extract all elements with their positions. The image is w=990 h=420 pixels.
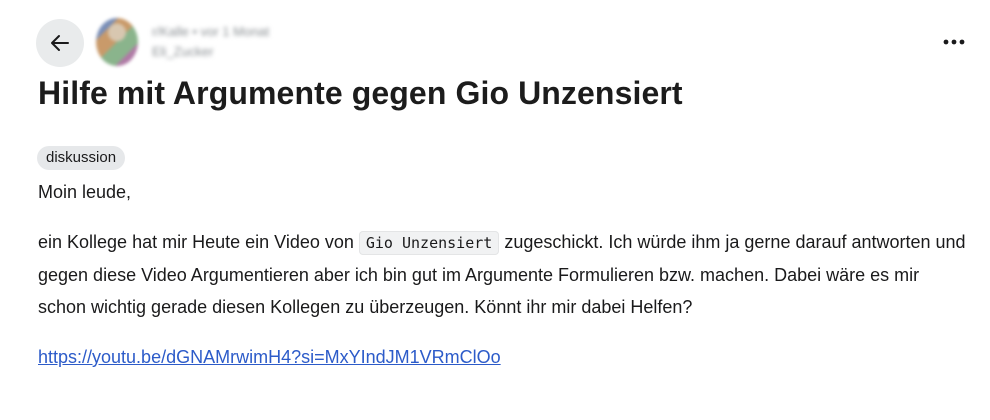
inline-code: Gio Unzensiert xyxy=(358,231,500,255)
more-horizontal-icon xyxy=(943,39,965,45)
youtube-link[interactable]: https://youtu.be/dGNAMrwimH4?si=MxYIndJM… xyxy=(38,347,501,367)
post-flair[interactable]: diskussion xyxy=(37,146,126,170)
body-text-start: ein Kollege hat mir Heute ein Video von xyxy=(38,232,359,252)
author-avatar[interactable] xyxy=(96,18,138,66)
back-button[interactable] xyxy=(36,19,84,67)
post-meta: r/Kalle • vor 1 Monat Eli_Zucker xyxy=(152,22,269,62)
post-link-paragraph: https://youtu.be/dGNAMrwimH4?si=MxYIndJM… xyxy=(38,341,968,373)
post-body: Moin leude, ein Kollege hat mir Heute ei… xyxy=(38,176,968,373)
post-meta-line[interactable]: r/Kalle • vor 1 Monat xyxy=(152,22,269,42)
post-title: Hilfe mit Argumente gegen Gio Unzensiert xyxy=(38,75,683,111)
post-paragraph: ein Kollege hat mir Heute ein Video von … xyxy=(38,226,968,323)
post-author[interactable]: Eli_Zucker xyxy=(152,42,269,62)
post-greeting: Moin leude, xyxy=(38,182,132,202)
arrow-left-icon xyxy=(48,31,72,55)
more-options-button[interactable] xyxy=(942,30,966,54)
